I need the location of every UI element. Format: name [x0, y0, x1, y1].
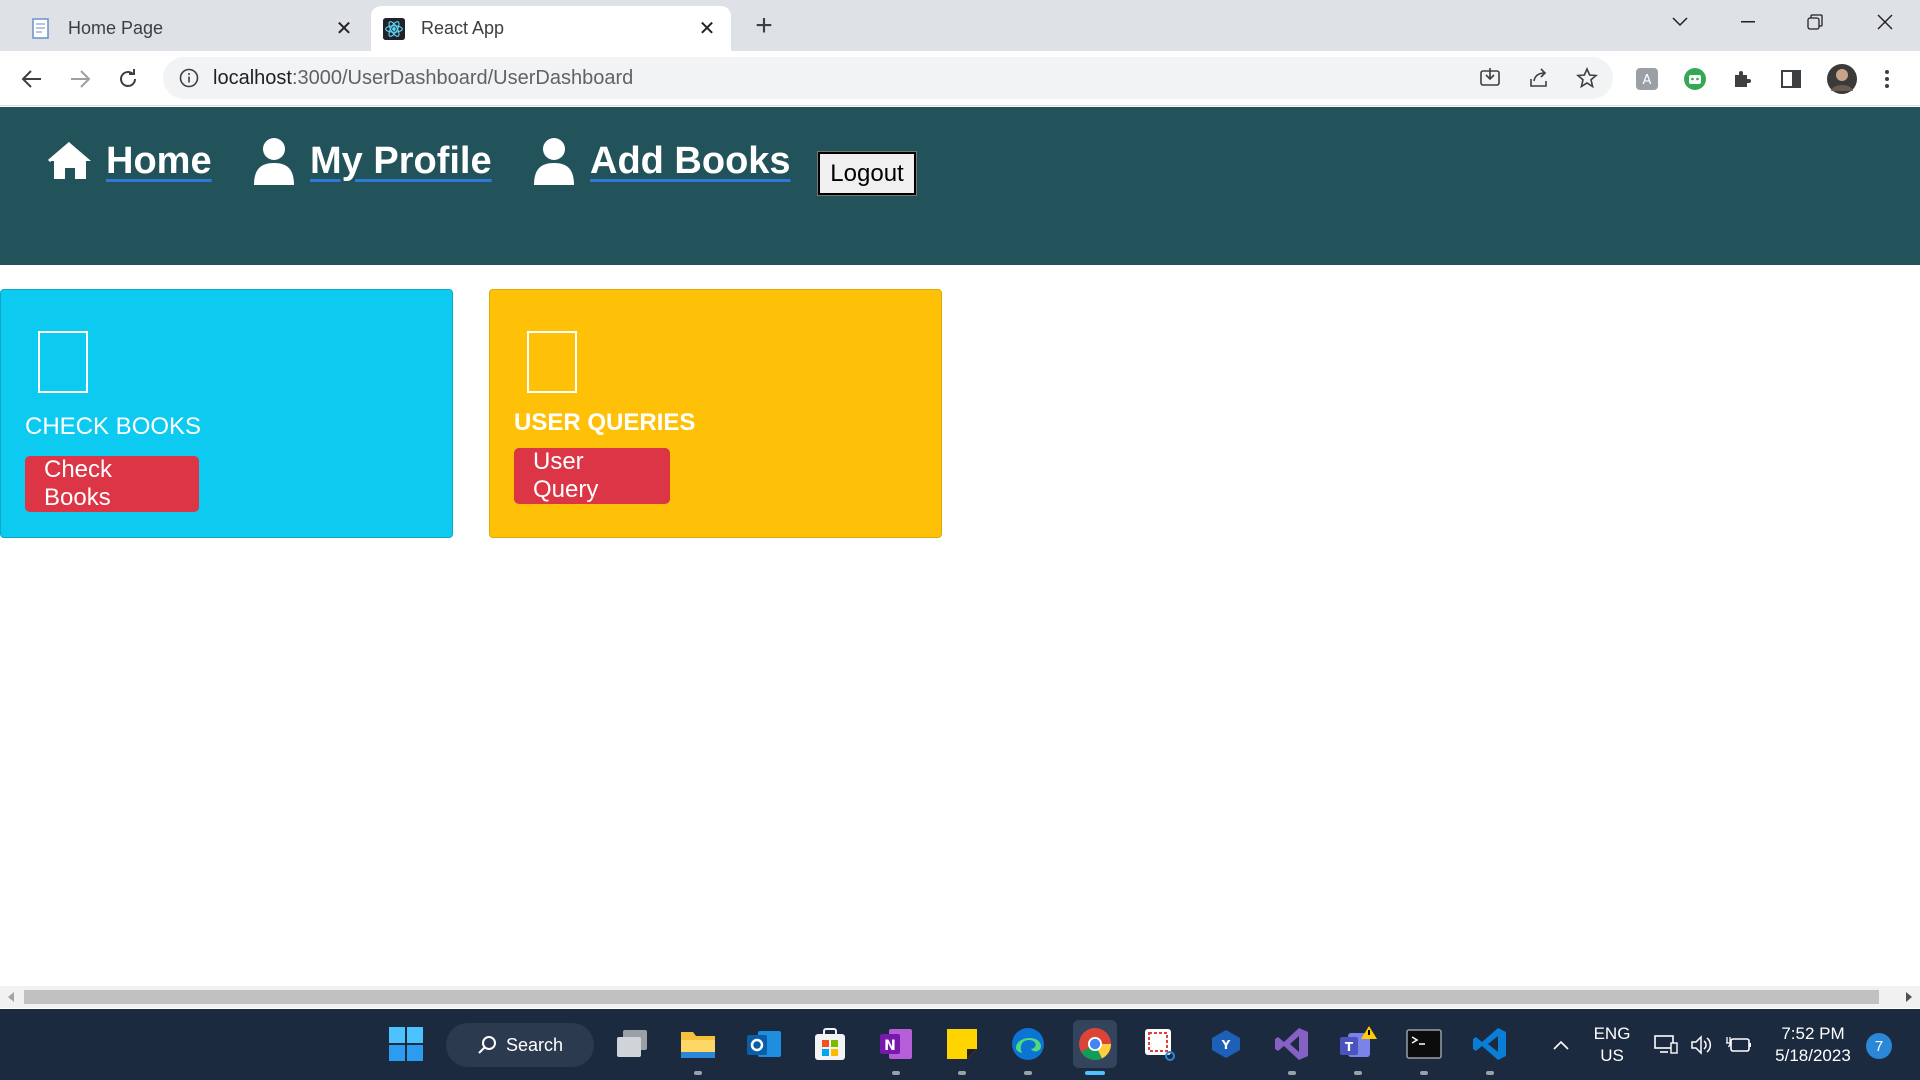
robot-extension-icon[interactable] [1682, 66, 1708, 92]
sticky-notes-icon[interactable] [941, 1023, 983, 1065]
scrollbar-thumb[interactable] [24, 990, 1879, 1004]
side-panel-icon[interactable] [1778, 66, 1804, 92]
logout-button[interactable]: Logout [817, 151, 917, 196]
horizontal-scrollbar[interactable] [0, 986, 1920, 1008]
nav-home[interactable]: Home [46, 137, 212, 185]
windows-taskbar: Search N Y T ENG US 7:52 PM 5/18/2023 7 [0, 1009, 1920, 1080]
react-logo-icon [383, 17, 405, 40]
browser-toolbar: localhost:3000/UserDashboard/UserDashboa… [0, 51, 1920, 106]
user-query-button[interactable]: User Query [514, 448, 670, 504]
windows-start-icon[interactable] [385, 1023, 427, 1065]
svg-text:N: N [884, 1038, 896, 1054]
tab-react-app[interactable]: React App ✕ [371, 6, 731, 51]
volume-icon[interactable] [1688, 1009, 1716, 1080]
vscode-icon[interactable] [1469, 1023, 1511, 1065]
task-view-icon[interactable] [611, 1023, 653, 1065]
active-indicator [1085, 1071, 1105, 1075]
tab-home-page[interactable]: Home Page ✕ [18, 6, 368, 51]
visual-studio-icon[interactable] [1271, 1023, 1313, 1065]
forward-arrow-icon[interactable] [60, 59, 100, 99]
input-language[interactable]: ENG US [1590, 1023, 1634, 1067]
share-icon[interactable] [1527, 66, 1551, 90]
tab-title: React App [421, 18, 505, 38]
check-books-button[interactable]: Check Books [25, 456, 199, 512]
close-tab-icon[interactable]: ✕ [332, 17, 356, 41]
extension-icon[interactable]: A [1634, 66, 1660, 92]
user-queries-card: USER QUERIES User Query [489, 289, 942, 538]
profile-avatar-icon[interactable] [1826, 63, 1858, 95]
missing-glyph-icon [38, 331, 88, 393]
nav-add-books-link[interactable]: Add Books [590, 140, 791, 183]
battery-icon[interactable] [1724, 1009, 1754, 1080]
svg-text:T: T [1345, 1040, 1354, 1054]
user-icon [530, 137, 578, 185]
running-indicator [1486, 1071, 1494, 1075]
clock-time: 7:52 PM [1781, 1024, 1845, 1043]
edge-browser-icon[interactable] [1007, 1023, 1049, 1065]
svg-text:Y: Y [1221, 1038, 1231, 1052]
notification-badge[interactable]: 7 [1866, 1033, 1892, 1059]
missing-glyph-icon [527, 331, 577, 393]
network-icon[interactable] [1652, 1009, 1680, 1080]
scroll-right-icon[interactable] [1900, 986, 1918, 1008]
running-indicator [1354, 1071, 1362, 1075]
language-code: ENG [1593, 1024, 1631, 1043]
system-clock[interactable]: 7:52 PM 5/18/2023 [1766, 1023, 1860, 1067]
nav-home-link[interactable]: Home [106, 140, 212, 183]
home-icon [46, 137, 94, 185]
check-books-title: CHECK BOOKS [25, 413, 202, 440]
nav-my-profile[interactable]: My Profile [250, 137, 492, 185]
web-page: Home My Profile Add Books Logout CHECK B… [0, 107, 1920, 1008]
search-label: Search [506, 1034, 564, 1055]
document-icon [30, 17, 52, 40]
address-bar[interactable]: localhost:3000/UserDashboard/UserDashboa… [163, 57, 1613, 99]
close-tab-icon[interactable]: ✕ [695, 17, 719, 41]
nav-my-profile-link[interactable]: My Profile [310, 140, 492, 183]
new-tab-button[interactable]: + [748, 9, 780, 42]
bookmark-star-icon[interactable] [1575, 66, 1599, 90]
running-indicator [1024, 1071, 1032, 1075]
file-explorer-icon[interactable] [677, 1023, 719, 1065]
terminal-icon[interactable] [1403, 1023, 1445, 1065]
tab-search-chevron-icon[interactable] [1650, 0, 1710, 44]
browser-menu-icon[interactable] [1874, 66, 1900, 92]
url-text: localhost:3000/UserDashboard/UserDashboa… [213, 66, 634, 89]
chrome-icon[interactable] [1073, 1020, 1117, 1068]
outlook-icon[interactable] [743, 1023, 785, 1065]
taskbar-search[interactable]: Search [446, 1023, 594, 1067]
running-indicator [694, 1071, 702, 1075]
microsoft-store-icon[interactable] [809, 1023, 851, 1065]
close-window-icon[interactable] [1855, 0, 1915, 44]
check-books-card: CHECK BOOKS Check Books [0, 289, 453, 538]
region-code: US [1600, 1046, 1624, 1065]
puzzle-extensions-icon[interactable] [1730, 66, 1756, 92]
running-indicator [1420, 1071, 1428, 1075]
teams-icon[interactable]: T [1337, 1023, 1379, 1065]
top-navbar: Home My Profile Add Books Logout [0, 107, 1920, 265]
search-icon [476, 1034, 498, 1056]
minimize-icon[interactable] [1718, 0, 1778, 44]
back-arrow-icon[interactable] [12, 59, 52, 99]
onenote-icon[interactable]: N [875, 1023, 917, 1065]
svg-text:A: A [1643, 73, 1652, 88]
running-indicator [1288, 1071, 1296, 1075]
nav-add-books[interactable]: Add Books [530, 137, 791, 185]
scroll-left-icon[interactable] [2, 986, 20, 1008]
reload-icon[interactable] [108, 59, 148, 99]
yammer-icon[interactable]: Y [1205, 1023, 1247, 1065]
user-icon [250, 137, 298, 185]
user-queries-title: USER QUERIES [514, 409, 696, 436]
running-indicator [892, 1071, 900, 1075]
running-indicator [958, 1071, 966, 1075]
snipping-tool-icon[interactable] [1139, 1023, 1181, 1065]
browser-tab-strip: Home Page ✕ React App ✕ + [0, 0, 1920, 51]
show-hidden-icons-chevron-icon[interactable] [1546, 1009, 1576, 1080]
clock-date: 5/18/2023 [1775, 1046, 1851, 1065]
site-info-icon[interactable] [177, 66, 201, 90]
restore-icon[interactable] [1785, 0, 1845, 44]
install-app-icon[interactable] [1478, 66, 1502, 90]
tab-title: Home Page [68, 18, 164, 38]
